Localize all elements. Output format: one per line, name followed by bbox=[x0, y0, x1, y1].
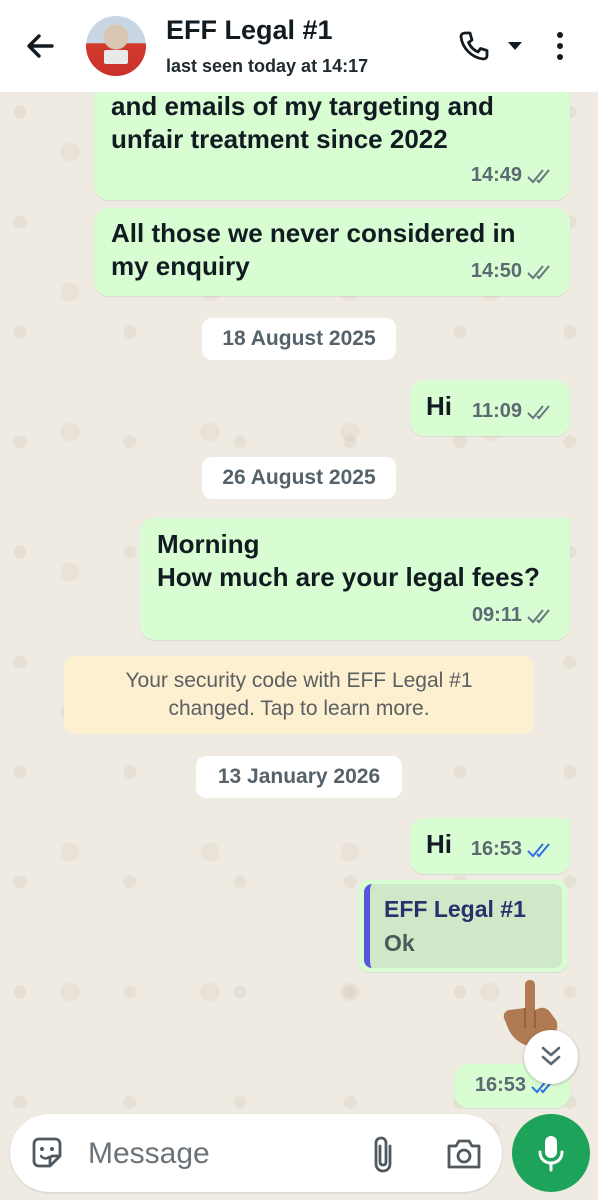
chat-header: EFF Legal #1 last seen today at 14:17 bbox=[0, 0, 598, 92]
message-time: 09:11 bbox=[471, 604, 522, 626]
message-text: All those we never considered in my enqu… bbox=[111, 218, 516, 281]
double-check-icon bbox=[527, 168, 550, 183]
message-bubble[interactable]: All those we never considered in my enqu… bbox=[94, 208, 570, 296]
message-text: Morning How much are your legal fees? bbox=[157, 529, 540, 592]
message-bubble[interactable]: Morning How much are your legal fees? 09… bbox=[140, 518, 570, 640]
double-check-icon bbox=[527, 404, 550, 419]
message-input[interactable] bbox=[86, 1132, 360, 1176]
message-time: 14:49 bbox=[470, 164, 522, 186]
message-text: Hi bbox=[426, 829, 452, 859]
mic-button[interactable] bbox=[512, 1114, 590, 1192]
chevron-down-icon[interactable] bbox=[506, 38, 524, 54]
paperclip-icon[interactable] bbox=[366, 1134, 402, 1174]
quoted-text: Ok bbox=[384, 930, 415, 956]
message-time: 14:50 bbox=[470, 260, 522, 282]
microphone-icon bbox=[538, 1136, 564, 1172]
date-chip: 26 August 2025 bbox=[202, 457, 396, 499]
contact-name[interactable]: EFF Legal #1 bbox=[166, 15, 333, 46]
double-check-icon bbox=[527, 608, 550, 623]
message-composer bbox=[10, 1114, 502, 1192]
sticker-icon[interactable] bbox=[28, 1134, 66, 1172]
last-seen-status: last seen today at 14:17 bbox=[166, 56, 369, 76]
message-bubble[interactable]: and emails of my targeting and unfair tr… bbox=[94, 80, 570, 200]
message-bubble[interactable]: Hi 16:53 bbox=[410, 818, 570, 874]
quoted-sender: EFF Legal #1 bbox=[384, 896, 526, 922]
message-time: 16:53 bbox=[474, 1074, 526, 1096]
security-code-notice[interactable]: Your security code with EFF Legal #1 cha… bbox=[64, 656, 534, 734]
phone-icon[interactable] bbox=[456, 28, 492, 64]
avatar[interactable] bbox=[86, 16, 146, 76]
message-bubble[interactable]: Hi 11:09 bbox=[410, 380, 570, 436]
arrow-left-icon[interactable] bbox=[22, 28, 58, 64]
message-time: 16:53 bbox=[470, 838, 522, 860]
message-text: Hi bbox=[426, 391, 452, 421]
message-time: 11:09 bbox=[471, 400, 522, 422]
message-text: and emails of my targeting and unfair tr… bbox=[111, 91, 494, 154]
scroll-to-bottom-button[interactable] bbox=[524, 1030, 578, 1084]
double-check-icon bbox=[527, 264, 550, 279]
double-chevron-down-icon bbox=[541, 1046, 561, 1066]
double-check-read-icon bbox=[527, 842, 550, 857]
security-code-text: Your security code with EFF Legal #1 cha… bbox=[125, 669, 473, 720]
date-chip: 18 August 2025 bbox=[202, 318, 396, 360]
more-vertical-icon[interactable] bbox=[548, 28, 572, 64]
quoted-message[interactable]: EFF Legal #1 Ok bbox=[364, 884, 562, 968]
camera-icon[interactable] bbox=[444, 1134, 484, 1174]
date-chip: 13 January 2026 bbox=[196, 756, 402, 798]
